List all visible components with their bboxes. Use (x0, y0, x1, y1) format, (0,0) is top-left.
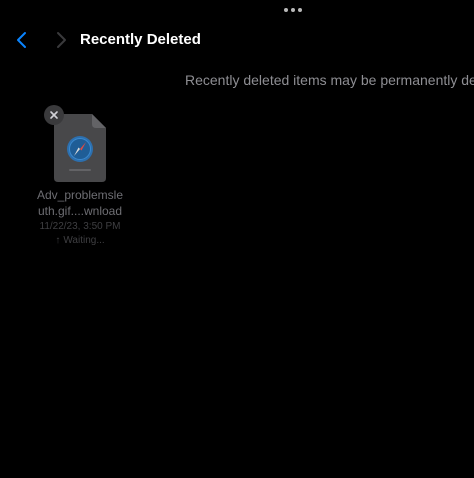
dot (298, 8, 302, 12)
chevron-left-icon (17, 32, 26, 48)
file-item[interactable]: Adv_problemsle uth.gif....wnload 11/22/2… (30, 100, 130, 250)
dot (284, 8, 288, 12)
chevron-right-icon (57, 32, 66, 48)
file-status: ↑ Waiting... (30, 235, 130, 246)
forward-button[interactable] (51, 28, 71, 52)
multitask-menu-icon[interactable] (284, 7, 302, 13)
file-status-text: Waiting... (63, 235, 105, 246)
dot (291, 8, 295, 12)
upload-arrow-icon: ↑ (55, 235, 61, 246)
file-name-line: uth.gif....wnload (37, 204, 123, 218)
back-button[interactable] (12, 28, 34, 52)
safari-download-document-icon (54, 114, 106, 182)
close-icon (50, 111, 58, 119)
file-name-line: Adv_problemsle (36, 188, 124, 202)
file-name: Adv_problemsle uth.gif....wnload (30, 187, 130, 219)
file-date: 11/22/23, 3:50 PM (39, 221, 121, 232)
remove-file-button[interactable] (44, 105, 64, 125)
page-title: Recently Deleted (80, 31, 201, 48)
deletion-notice: Recently deleted items may be permanentl… (185, 72, 474, 88)
